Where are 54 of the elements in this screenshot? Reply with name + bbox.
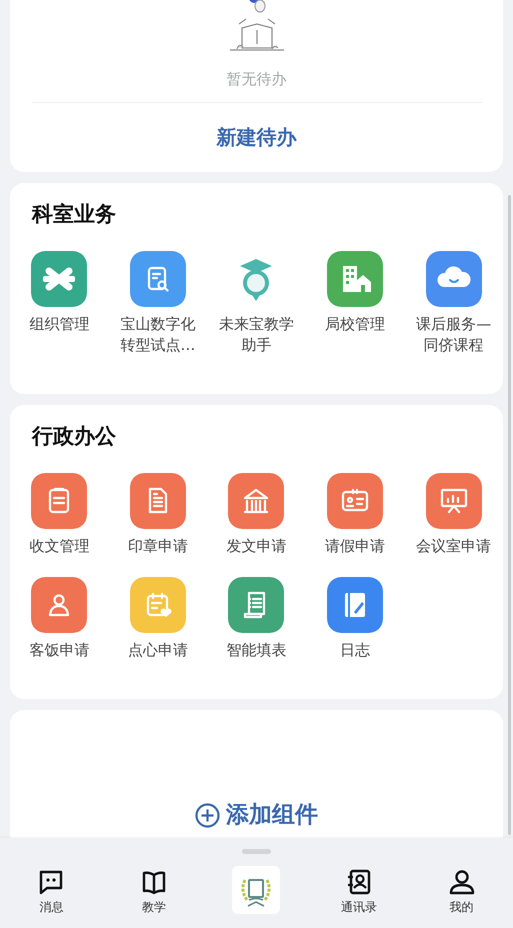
app-label: 课后服务—同侪课程 [415, 314, 492, 356]
presentation-icon [426, 473, 482, 529]
app-shortcut[interactable]: 课后服务—同侪课程 [404, 251, 503, 356]
nav-tab[interactable]: 我的 [410, 868, 513, 915]
x-shape-icon [31, 251, 88, 307]
app-shortcut[interactable]: 印章申请 [108, 473, 208, 557]
app-label: 点心申请 [126, 640, 189, 661]
app-shortcut[interactable]: 客饭申请 [10, 577, 109, 661]
notebook-icon [327, 577, 384, 633]
app-label: 宝山数字化转型试点… [119, 314, 196, 356]
app-label: 局校管理 [324, 314, 386, 335]
section-title: 科室业务 [32, 201, 117, 228]
person-icon [448, 868, 476, 896]
add-widget-button[interactable]: 添加组件 [195, 800, 318, 830]
app-shortcut[interactable]: 请假申请 [306, 473, 404, 557]
new-todo-button[interactable]: 新建待办 [216, 123, 296, 151]
app-shortcut[interactable]: 局校管理 [306, 251, 404, 356]
nav-tab[interactable]: 通讯录 [308, 868, 410, 915]
app-label: 印章申请 [126, 536, 189, 557]
app-shortcut[interactable]: 日志 [306, 577, 404, 661]
scroll-icon [228, 577, 284, 633]
document-search-icon [130, 251, 186, 307]
add-icon [195, 802, 220, 828]
nav-tab[interactable]: 消息 [0, 868, 103, 915]
bank-icon [228, 473, 284, 529]
empty-message: 暂无待办 [226, 69, 286, 90]
app-shortcut[interactable]: 未来宝教学助手 [207, 251, 306, 356]
app-shortcut[interactable]: 收文管理 [10, 473, 109, 557]
app-label: 请假申请 [324, 536, 386, 557]
section-title: 行政办公 [32, 423, 117, 450]
app-shortcut[interactable]: 会议室申请 [404, 473, 503, 557]
building-icon [327, 251, 384, 307]
drag-handle[interactable] [242, 849, 271, 854]
laurel-logo-icon[interactable] [232, 866, 280, 914]
app-label: 会议室申请 [415, 536, 492, 557]
id-card-icon [327, 473, 384, 529]
person-icon [31, 577, 88, 633]
app-shortcut[interactable]: 智能填表 [207, 577, 306, 661]
calendar-icon [130, 577, 186, 633]
nav-tab[interactable]: 教学 [102, 868, 206, 915]
app-shortcut[interactable]: 发文申请 [207, 473, 306, 557]
app-label: 发文申请 [225, 536, 288, 557]
app-label: 未来宝教学助手 [218, 314, 295, 356]
app-label: 日志 [339, 640, 372, 661]
app-label: 收文管理 [28, 536, 90, 557]
cloud-icon [426, 251, 482, 307]
app-label: 组织管理 [28, 314, 90, 335]
app-shortcut[interactable]: 宝山数字化转型试点… [108, 251, 208, 356]
app-label: 客饭申请 [28, 640, 90, 661]
app-shortcut[interactable]: 组织管理 [10, 251, 109, 356]
app-shortcut[interactable]: 点心申请 [108, 577, 208, 661]
app-label: 智能填表 [225, 640, 288, 661]
clipboard-icon [31, 473, 88, 529]
document-icon [130, 473, 186, 529]
